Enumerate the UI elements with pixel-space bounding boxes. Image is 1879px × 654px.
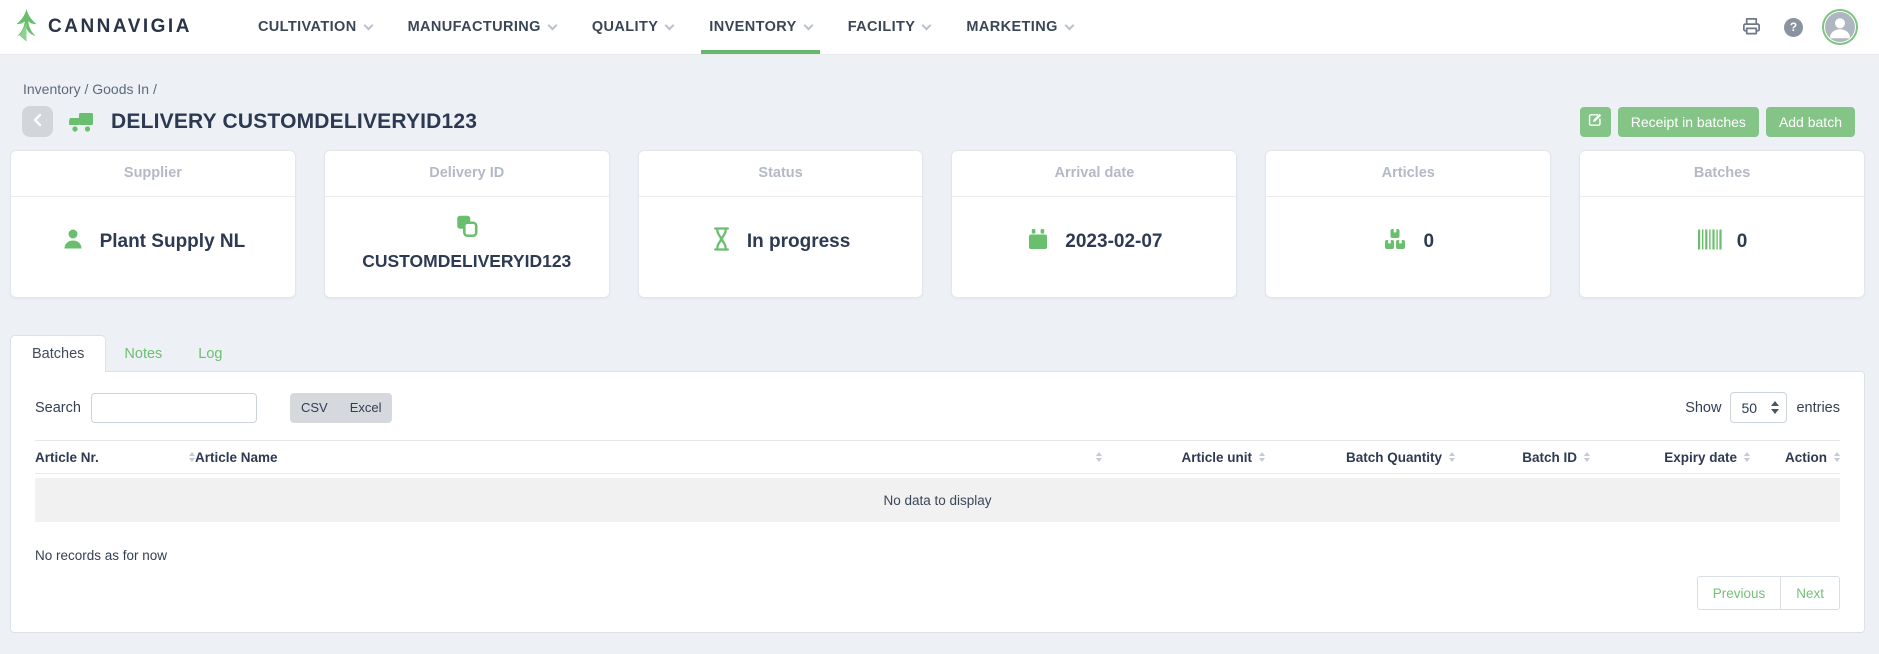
chevron-down-icon: [803, 20, 813, 30]
page-size-control: Show entries: [1685, 392, 1840, 423]
sort-icon: [1834, 452, 1840, 462]
sort-icon: [1096, 452, 1102, 462]
stepper-arrows-icon[interactable]: [1771, 401, 1779, 414]
column-header-action[interactable]: Action: [1750, 450, 1840, 465]
card-label: Delivery ID: [325, 151, 609, 197]
card-value: 2023-02-07: [1065, 231, 1162, 253]
add-batch-button[interactable]: Add batch: [1766, 107, 1855, 137]
help-button[interactable]: ?: [1784, 18, 1803, 37]
page-title: DELIVERY CUSTOMDELIVERYID123: [111, 110, 477, 134]
entries-label: entries: [1796, 400, 1840, 416]
card-label: Articles: [1266, 151, 1550, 197]
brand-logo[interactable]: CANNAVIGIA: [14, 8, 192, 47]
next-page-button[interactable]: Next: [1781, 576, 1840, 610]
no-records-note: No records as for now: [35, 548, 1840, 563]
leaf-logo-icon: [14, 8, 39, 47]
empty-table-message: No data to display: [35, 478, 1840, 522]
summary-card-status: Status In progress: [638, 150, 924, 298]
card-label: Supplier: [11, 151, 295, 197]
card-label: Batches: [1580, 151, 1864, 197]
search-input[interactable]: [91, 393, 257, 423]
breadcrumb[interactable]: Inventory / Goods In /: [23, 81, 157, 97]
delivery-truck-icon: [68, 110, 95, 134]
batches-panel: Search CSV Excel Show entries Article Nr…: [10, 371, 1865, 633]
table-header-row: Article Nr. Article Name Article unit Ba…: [35, 440, 1840, 474]
chevron-down-icon: [665, 20, 675, 30]
edit-pencil-icon: [1587, 112, 1603, 131]
card-value: 0: [1423, 231, 1434, 253]
show-label: Show: [1685, 400, 1721, 416]
main-menu: CULTIVATION MANUFACTURING QUALITY INVENT…: [258, 0, 1073, 54]
summary-cards: Supplier Plant Supply NL Delivery ID CUS…: [0, 150, 1879, 298]
column-header-article-unit[interactable]: Article unit: [1110, 450, 1265, 465]
packages-icon: [1382, 227, 1408, 258]
chevron-down-icon: [1064, 20, 1074, 30]
nav-item-manufacturing[interactable]: MANUFACTURING: [408, 0, 556, 54]
export-excel-button[interactable]: Excel: [339, 393, 393, 423]
receipt-in-batches-button[interactable]: Receipt in batches: [1618, 107, 1759, 137]
column-header-batch-id[interactable]: Batch ID: [1455, 450, 1590, 465]
title-actions: Receipt in batches Add batch: [1580, 107, 1855, 137]
tab-batches[interactable]: Batches: [10, 335, 106, 372]
table-toolbar: Search CSV Excel Show entries: [35, 392, 1840, 423]
chevron-down-icon: [922, 20, 932, 30]
previous-page-button[interactable]: Previous: [1697, 576, 1782, 610]
column-header-article-nr[interactable]: Article Nr.: [35, 450, 195, 465]
card-value: 0: [1737, 231, 1748, 253]
summary-card-supplier: Supplier Plant Supply NL: [10, 150, 296, 298]
summary-card-batches: Batches 0: [1579, 150, 1865, 298]
nav-item-quality[interactable]: QUALITY: [592, 0, 673, 54]
brand-name: CANNAVIGIA: [48, 16, 192, 38]
nav-right-tools: ?: [1741, 12, 1855, 42]
help-icon: ?: [1784, 18, 1803, 37]
export-csv-button[interactable]: CSV: [290, 393, 339, 423]
user-avatar[interactable]: [1825, 12, 1855, 42]
tab-log[interactable]: Log: [180, 336, 240, 372]
pagination: Previous Next: [35, 576, 1840, 610]
chevron-left-icon: [32, 113, 44, 130]
calendar-icon: [1026, 227, 1050, 257]
card-value: CUSTOMDELIVERYID123: [362, 251, 571, 272]
barcode-icon: [1697, 228, 1722, 257]
hourglass-icon: [711, 226, 732, 258]
column-header-expiry-date[interactable]: Expiry date: [1590, 450, 1750, 465]
chevron-down-icon: [547, 20, 557, 30]
printer-icon: [1741, 16, 1762, 39]
nav-item-inventory[interactable]: INVENTORY: [709, 0, 811, 54]
copy-icon: [454, 213, 480, 244]
edit-delivery-button[interactable]: [1580, 107, 1611, 137]
chevron-down-icon: [363, 20, 373, 30]
nav-item-cultivation[interactable]: CULTIVATION: [258, 0, 372, 54]
summary-card-delivery-id: Delivery ID CUSTOMDELIVERYID123: [324, 150, 610, 298]
column-header-article-name[interactable]: Article Name: [195, 450, 1110, 465]
summary-card-arrival-date: Arrival date 2023-02-07: [951, 150, 1237, 298]
column-header-batch-quantity[interactable]: Batch Quantity: [1265, 450, 1455, 465]
print-button[interactable]: [1741, 16, 1762, 39]
detail-tabs: Batches Notes Log: [10, 335, 1865, 372]
page-header: DELIVERY CUSTOMDELIVERYID123 Receipt in …: [22, 106, 1855, 137]
search-label: Search: [35, 400, 81, 416]
nav-item-facility[interactable]: FACILITY: [848, 0, 931, 54]
card-value: Plant Supply NL: [100, 231, 246, 253]
top-navigation: CANNAVIGIA CULTIVATION MANUFACTURING QUA…: [0, 0, 1879, 55]
back-button[interactable]: [22, 106, 53, 137]
card-value: In progress: [747, 231, 850, 253]
nav-item-marketing[interactable]: MARKETING: [966, 0, 1072, 54]
tab-notes[interactable]: Notes: [106, 336, 180, 372]
summary-card-articles: Articles 0: [1265, 150, 1551, 298]
card-label: Arrival date: [952, 151, 1236, 197]
export-button-group: CSV Excel: [290, 393, 393, 423]
card-label: Status: [639, 151, 923, 197]
page-size-input[interactable]: [1731, 399, 1765, 417]
person-icon: [61, 227, 85, 257]
